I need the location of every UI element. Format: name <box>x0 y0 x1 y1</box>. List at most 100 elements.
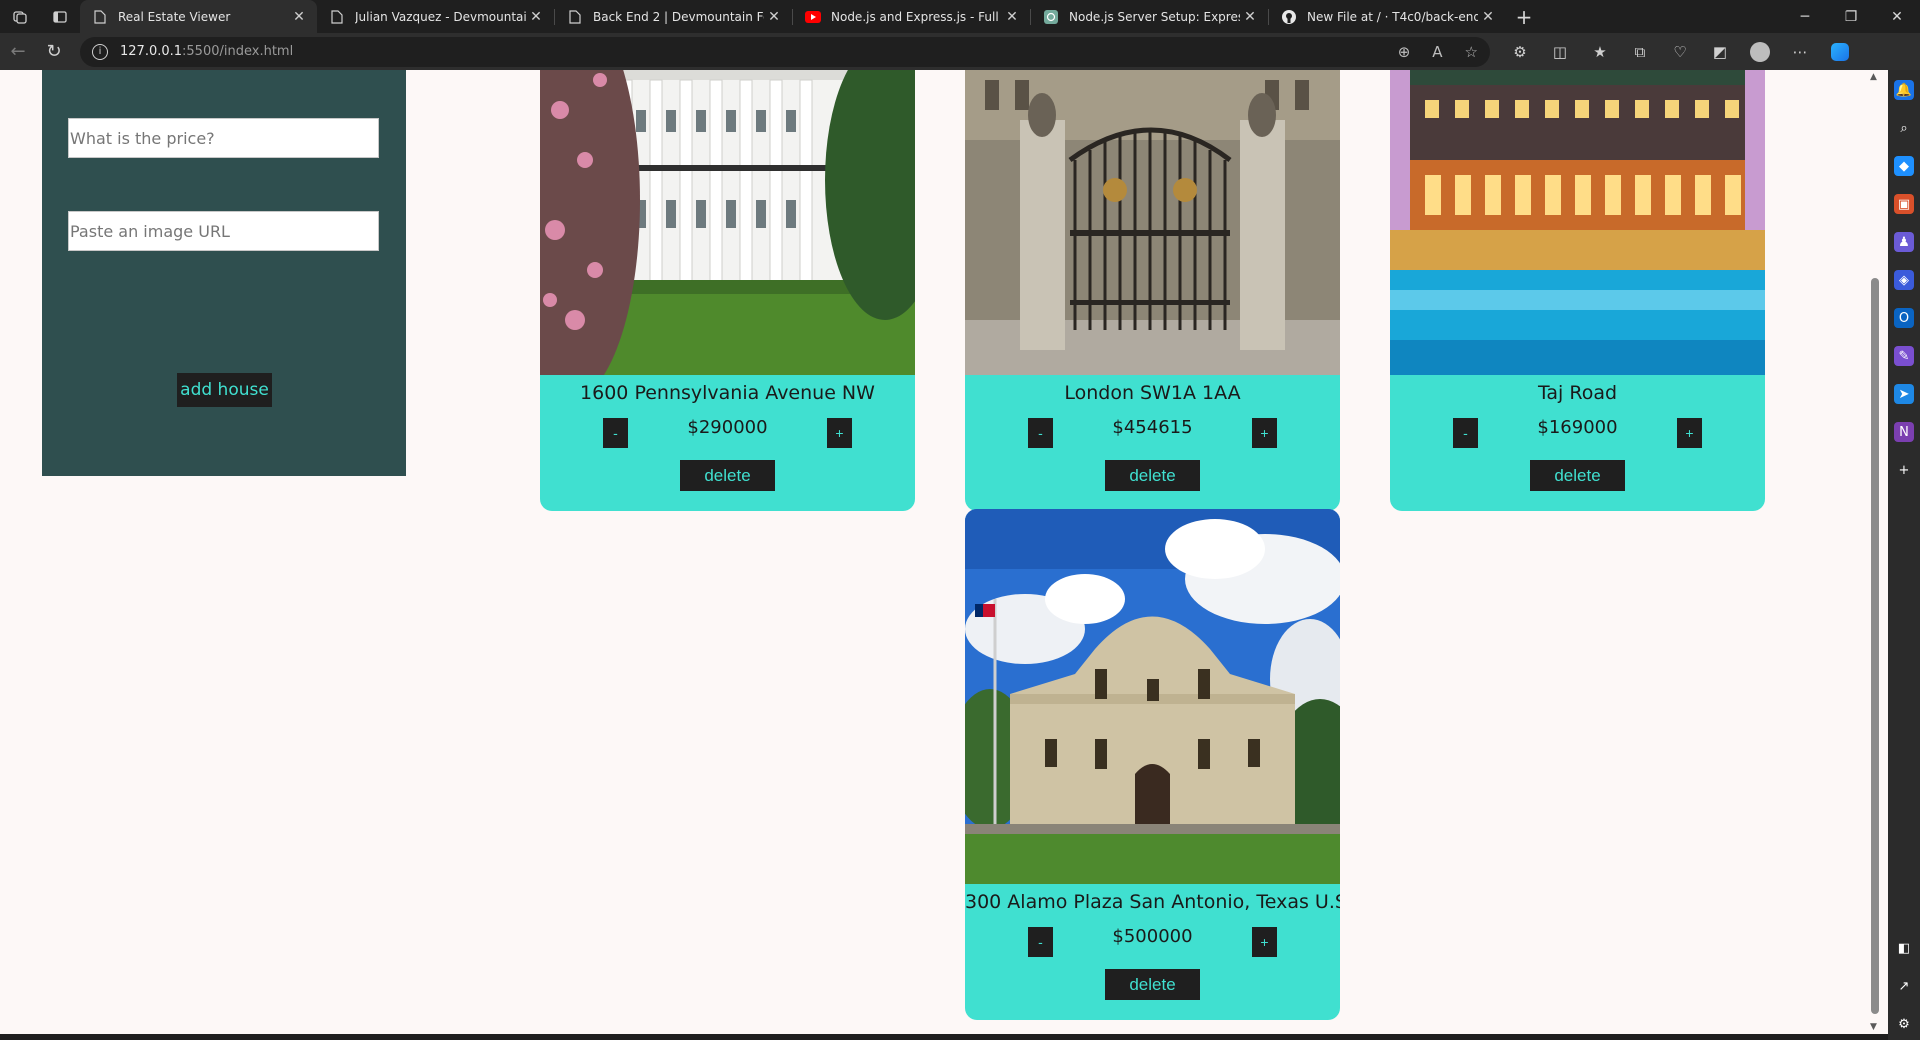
page-scrollbar[interactable]: ▲ ▼ <box>1862 70 1888 1034</box>
collections-icon[interactable]: ⧉ <box>1620 37 1660 67</box>
house-card: 300 Alamo Plaza San Antonio, Texas U.S. … <box>965 509 1340 1020</box>
window-controls: ─ ❐ ✕ <box>1782 0 1920 33</box>
hide-sidebar-icon[interactable]: ◧ <box>1894 938 1914 958</box>
tools-icon[interactable]: ▣ <box>1894 194 1914 214</box>
close-tab-icon[interactable]: ✕ <box>1002 9 1022 25</box>
designer-icon[interactable]: ✎ <box>1894 346 1914 366</box>
price-controls: - $169000 + <box>1390 407 1765 451</box>
tab-nodejs-server-setup[interactable]: Node.js Server Setup: Express ✕ <box>1031 0 1268 33</box>
white-house-photo <box>540 70 915 375</box>
delete-house-button[interactable]: delete <box>1105 969 1200 1000</box>
minimize-icon[interactable]: ─ <box>1782 0 1828 33</box>
search-icon[interactable]: ⌕ <box>1894 118 1914 138</box>
price-controls: - $290000 + <box>540 407 915 451</box>
house-address: 300 Alamo Plaza San Antonio, Texas U.S. <box>965 891 1340 913</box>
site-info-icon[interactable]: i <box>92 43 108 60</box>
tab-title: Node.js and Express.js - Full Cou <box>831 9 1002 24</box>
extensions-icon[interactable]: ⚙ <box>1500 37 1540 67</box>
price-controls: - $500000 + <box>965 916 1340 960</box>
address-bar-actions: ⊕ A ☆ <box>1398 43 1478 61</box>
scroll-down-arrow-icon[interactable]: ▼ <box>1870 1022 1877 1032</box>
back-icon[interactable]: ← <box>0 37 36 67</box>
increase-price-button[interactable]: + <box>1252 418 1277 448</box>
close-tab-icon[interactable]: ✕ <box>1478 9 1498 25</box>
copilot-icon[interactable] <box>1820 37 1860 67</box>
house-card: London SW1A 1AA - $454615 + delete <box>965 70 1340 511</box>
url-path: :5500/index.html <box>182 44 294 59</box>
games-icon[interactable]: ♟ <box>1894 232 1914 252</box>
window-bottom-edge <box>0 1034 1888 1040</box>
close-tab-icon[interactable]: ✕ <box>764 9 784 25</box>
profile-avatar-icon[interactable] <box>1740 37 1780 67</box>
more-menu-icon[interactable]: ⋯ <box>1780 37 1820 67</box>
restore-icon[interactable]: ❐ <box>1828 0 1874 33</box>
scroll-track[interactable] <box>1871 78 1879 1026</box>
close-tab-icon[interactable]: ✕ <box>526 9 546 25</box>
add-house-form: add house <box>42 70 406 476</box>
house-card: Taj Road - $169000 + delete <box>1390 70 1765 511</box>
onenote-icon[interactable]: N <box>1894 422 1914 442</box>
tab-title: Back End 2 | Devmountain Found <box>593 9 764 24</box>
alamo-photo <box>965 509 1340 884</box>
delete-row: delete <box>965 451 1340 511</box>
scroll-thumb[interactable] <box>1871 278 1879 1014</box>
delete-house-button[interactable]: delete <box>1105 460 1200 491</box>
image-url-input[interactable] <box>68 211 379 251</box>
delete-row: delete <box>965 960 1340 1020</box>
address-toolbar: ← ↻ i 127.0.0.1:5500/index.html ⊕ A ☆ ⚙ … <box>0 33 1920 70</box>
delete-row: delete <box>540 451 915 511</box>
tab-julian-vazquez[interactable]: Julian Vazquez - Devmountain ✕ <box>317 0 554 33</box>
tab-new-file[interactable]: New File at / · T4c0/back-end-2 ✕ <box>1269 0 1506 33</box>
edge-drop-icon[interactable]: ◩ <box>1700 37 1740 67</box>
send-icon[interactable]: ➤ <box>1894 384 1914 404</box>
notifications-icon[interactable]: 🔔 <box>1894 80 1914 100</box>
close-tab-icon[interactable]: ✕ <box>289 9 309 25</box>
tab-real-estate-viewer[interactable]: Real Estate Viewer ✕ <box>80 0 317 33</box>
delete-house-button[interactable]: delete <box>1530 460 1625 491</box>
microsoft-365-icon[interactable]: ◈ <box>1894 270 1914 290</box>
workspaces-icon[interactable] <box>0 0 40 33</box>
house-address: 1600 Pennsylvania Avenue NW <box>580 382 875 404</box>
tab-nodejs-express[interactable]: Node.js and Express.js - Full Cou ✕ <box>793 0 1030 33</box>
increase-price-button[interactable]: + <box>1677 418 1702 448</box>
chatgpt-icon <box>1043 9 1059 25</box>
shopping-icon[interactable]: ◆ <box>1894 156 1914 176</box>
tab-title: Node.js Server Setup: Express <box>1069 9 1240 24</box>
favorites-icon[interactable]: ★ <box>1580 37 1620 67</box>
close-tab-icon[interactable]: ✕ <box>1240 9 1260 25</box>
add-house-button[interactable]: add house <box>177 373 272 407</box>
refresh-icon[interactable]: ↻ <box>36 37 72 67</box>
sidebar-settings-icon[interactable]: ⚙ <box>1894 1014 1914 1034</box>
page-viewport: add house <box>0 70 1862 1034</box>
house-price: $169000 <box>1537 417 1618 438</box>
house-price: $290000 <box>687 417 768 438</box>
house-address: Taj Road <box>1537 382 1618 404</box>
page-icon <box>329 9 345 25</box>
price-input[interactable] <box>68 118 379 158</box>
tab-title: New File at / · T4c0/back-end-2 <box>1307 9 1478 24</box>
split-screen-icon[interactable]: ◫ <box>1540 37 1580 67</box>
increase-price-button[interactable]: + <box>1252 927 1277 957</box>
outlook-icon[interactable]: O <box>1894 308 1914 328</box>
address-bar[interactable]: i 127.0.0.1:5500/index.html ⊕ A ☆ <box>80 36 1490 67</box>
close-window-icon[interactable]: ✕ <box>1874 0 1920 33</box>
delete-house-button[interactable]: delete <box>680 460 775 491</box>
favorite-star-icon[interactable]: ☆ <box>1465 43 1478 61</box>
tab-back-end-2[interactable]: Back End 2 | Devmountain Found ✕ <box>555 0 792 33</box>
open-external-icon[interactable]: ↗ <box>1894 976 1914 996</box>
tab-title: Julian Vazquez - Devmountain <box>355 9 526 24</box>
delete-row: delete <box>1390 451 1765 511</box>
buckingham-gate-photo <box>965 70 1340 375</box>
edge-sidebar: 🔔 ⌕ ◆ ▣ ♟ ◈ O ✎ ➤ N + ◧ ↗ ⚙ <box>1888 70 1920 1040</box>
price-controls: - $454615 + <box>965 407 1340 451</box>
new-tab-button[interactable]: + <box>1506 0 1542 33</box>
add-sidebar-app-icon[interactable]: + <box>1894 460 1914 480</box>
browser-essentials-icon[interactable]: ♡ <box>1660 37 1700 67</box>
house-price: $454615 <box>1112 417 1193 438</box>
tab-actions-icon[interactable] <box>40 0 80 33</box>
page-icon <box>92 9 108 25</box>
zoom-icon[interactable]: ⊕ <box>1398 43 1411 61</box>
increase-price-button[interactable]: + <box>827 418 852 448</box>
github-icon <box>1281 9 1297 25</box>
read-aloud-icon[interactable]: A <box>1432 43 1442 61</box>
